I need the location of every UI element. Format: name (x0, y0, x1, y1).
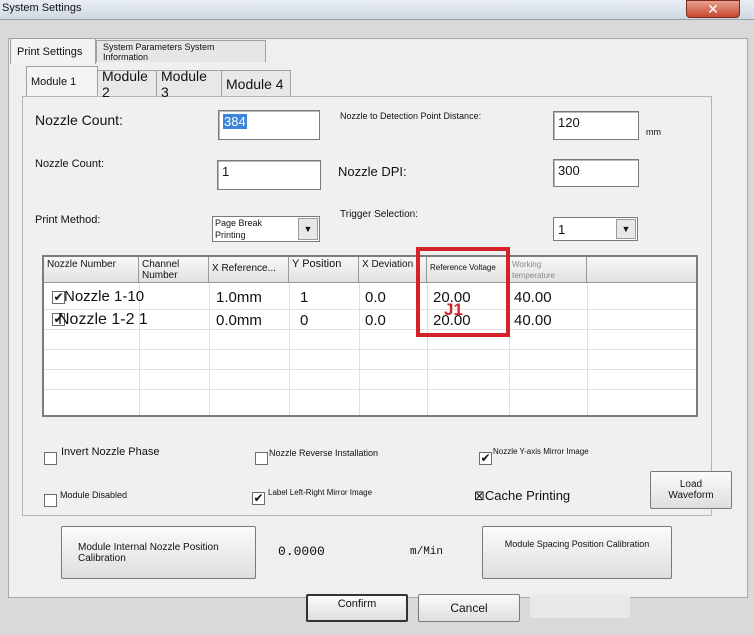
tab-system-parameters[interactable]: System Parameters System Information (96, 40, 266, 62)
header-nozzle-number[interactable]: Nozzle Number (44, 257, 139, 283)
nozzle-dpi-input[interactable]: 300 (553, 159, 639, 187)
invert-phase-checkbox[interactable] (44, 452, 57, 465)
internal-calibration-button[interactable]: Module Internal Nozzle Position Calibrat… (61, 526, 256, 579)
reverse-install-checkbox[interactable] (255, 452, 268, 465)
print-method-value: Page Break Printing (215, 218, 263, 240)
tab-module-4[interactable]: Module 4 (221, 70, 291, 96)
header-x-reference[interactable]: X Reference... (209, 257, 289, 283)
blurred-button[interactable] (530, 594, 630, 618)
trigger-selection-label: Trigger Selection: (340, 209, 418, 220)
y-mirror-label: Nozzle Y-axis Mirror Image (493, 447, 589, 456)
confirm-button[interactable]: Confirm (306, 594, 408, 622)
close-icon: ✕ (707, 0, 719, 17)
nozzle-count-2-label: Nozzle Count: (35, 158, 105, 170)
row-1-x-dev: 0.0 (365, 289, 386, 306)
nozzle-count-2-input[interactable]: 1 (217, 160, 321, 190)
header-working-temperature[interactable]: Working temperature (509, 257, 587, 283)
title-bar (0, 0, 754, 20)
header-y-position[interactable]: Y Position (289, 257, 359, 283)
lr-mirror-label: Label Left-Right Mirror Image (268, 488, 373, 497)
tab-module-2[interactable]: Module 2 (97, 68, 157, 100)
annotation-box (416, 247, 510, 337)
header-filler (587, 257, 696, 283)
module-disabled-checkbox[interactable] (44, 494, 57, 507)
reverse-install-label: Nozzle Reverse Installation (269, 448, 379, 458)
trigger-selection-value: 1 (558, 222, 566, 237)
spacing-calibration-button[interactable]: Module Spacing Position Calibration (482, 526, 672, 579)
speed-value: 0.0000 (278, 544, 325, 559)
row-2-x-dev: 0.0 (365, 312, 386, 329)
print-method-label: Print Method: (35, 214, 101, 226)
chevron-down-icon[interactable]: ▼ (616, 219, 636, 239)
cache-printing-option[interactable]: ⊠Cache Printing (474, 488, 570, 504)
nozzle-count-label: Nozzle Count: (35, 112, 123, 128)
close-button[interactable]: ✕ (686, 0, 740, 18)
row-2-y-pos: 0 (300, 312, 309, 329)
nozzle-count-input[interactable]: 384 (218, 110, 320, 140)
row-2-name: Nozzle 1-2 1 (58, 311, 148, 328)
module-disabled-label: Module Disabled (60, 490, 128, 500)
row-2-temp: 40.00 (514, 312, 552, 329)
y-mirror-checkbox[interactable]: ✔ (479, 452, 492, 465)
row-1-temp: 40.00 (514, 289, 552, 306)
nozzle-table: Nozzle Number Channel Number X Reference… (42, 255, 698, 417)
trigger-selection-select[interactable]: 1 ▼ (553, 217, 638, 241)
nozzle-count-value: 384 (223, 114, 247, 129)
invert-phase-label: Invert Nozzle Phase (61, 446, 160, 458)
row-1-y-pos: 1 (300, 289, 309, 306)
distance-unit: mm (646, 127, 661, 137)
row-1-name: Nozzle 1-10 (64, 288, 145, 305)
chevron-down-icon[interactable]: ▼ (298, 218, 318, 240)
row-1-x-ref: 1.0mm (216, 289, 262, 306)
tab-print-settings[interactable]: Print Settings (10, 38, 96, 64)
window-title: System Settings (2, 2, 82, 14)
cancel-button[interactable]: Cancel (418, 594, 520, 622)
header-channel-number[interactable]: Channel Number (139, 257, 209, 283)
detection-distance-input[interactable]: 120 (553, 111, 639, 140)
detection-distance-label: Nozzle to Detection Point Distance: (340, 111, 482, 121)
lr-mirror-checkbox[interactable]: ✔ (252, 492, 265, 505)
print-method-select[interactable]: Page Break Printing ▼ (212, 216, 320, 242)
row-2-x-ref: 0.0mm (216, 312, 262, 329)
nozzle-dpi-label: Nozzle DPI: (338, 164, 407, 179)
tab-module-1[interactable]: Module 1 (26, 66, 98, 96)
load-waveform-button[interactable]: Load Waveform (650, 471, 732, 509)
annotation-label: J1 (444, 300, 463, 319)
speed-unit: m/Min (410, 546, 444, 558)
tab-module-3[interactable]: Module 3 (156, 68, 222, 100)
